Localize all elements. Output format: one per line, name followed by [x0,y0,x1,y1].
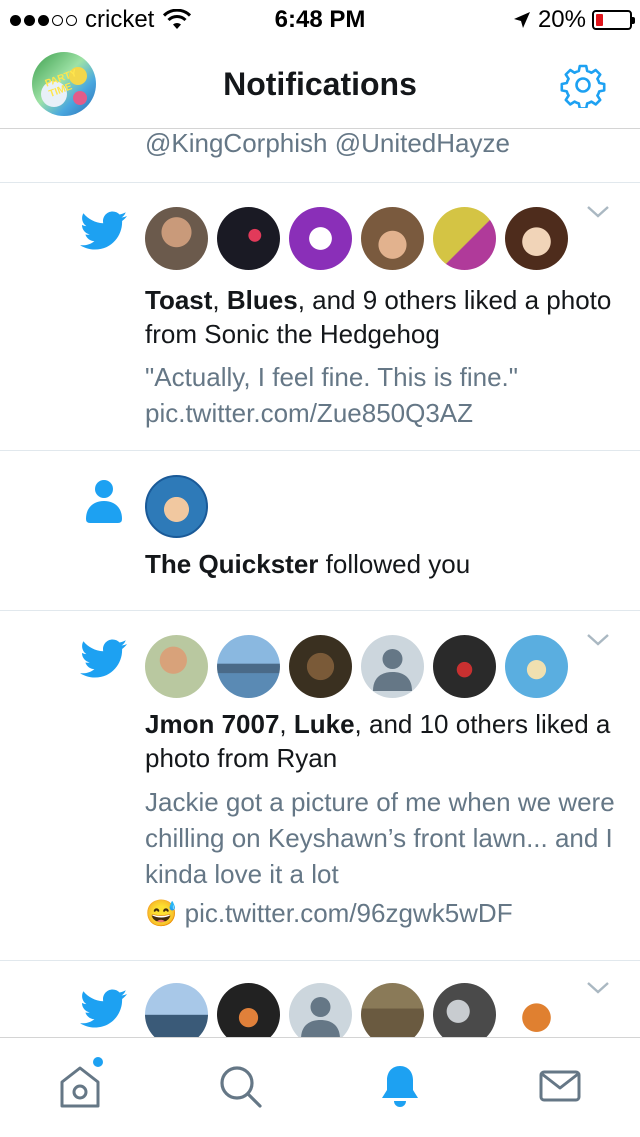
tab-notifications[interactable] [376,1062,424,1114]
gear-icon[interactable] [560,62,606,108]
avatar[interactable] [217,635,280,698]
avatar[interactable] [145,635,208,698]
notification-row-like[interactable]: Toast, Blues, and 9 others liked a photo… [0,183,640,451]
user-name[interactable]: Jmon 7007 [145,709,279,739]
user-name[interactable]: The Quickster [145,549,318,579]
battery-percent: 20% [537,6,586,33]
twitter-bird-icon [80,989,127,1028]
avatar[interactable] [145,983,208,1037]
navigation-bar: PARTY TIME Notifications [0,40,640,129]
avatar[interactable] [361,635,424,698]
tab-home[interactable] [56,1062,104,1114]
user-name[interactable]: Toast [145,285,212,315]
avatar[interactable] [145,207,208,270]
new-content-indicator [93,1057,103,1067]
avatar[interactable] [505,635,568,698]
avatar[interactable] [217,207,280,270]
user-name[interactable]: Luke [294,709,355,739]
user-name[interactable]: Blues [227,285,298,315]
avatar[interactable] [289,635,352,698]
avatar[interactable] [361,207,424,270]
notification-row-like[interactable]: Jmon 7007, Luke, and 10 others liked a p… [0,611,640,961]
tweet-link[interactable]: pic.twitter.com/96zgwk5wDF [185,898,513,928]
status-bar: cricket 6:48 PM 20% [0,0,640,40]
avatar-group [145,475,208,538]
sweat-smile-emoji: 😅 [145,898,178,928]
chevron-down-icon[interactable] [586,205,610,219]
chevron-down-icon[interactable] [586,633,610,647]
avatar-group [145,207,568,270]
tweet-preview[interactable]: Jackie got a picture of me when we were … [145,784,615,892]
avatar[interactable] [505,207,568,270]
tab-search[interactable] [216,1062,264,1114]
page-title: Notifications [223,66,417,102]
avatar[interactable] [217,983,280,1037]
default-avatar-icon [373,649,412,691]
tab-bar [0,1037,640,1137]
avatar[interactable] [361,983,424,1037]
mentions-text: @KingCorphish @UnitedHayze [145,129,510,158]
avatar[interactable] [289,983,352,1037]
chevron-down-icon[interactable] [586,981,610,995]
notification-text: Jmon 7007, Luke, and 10 others liked a p… [145,707,615,775]
avatar[interactable] [433,635,496,698]
search-icon [220,1066,262,1108]
tweet-preview[interactable]: "Actually, I feel fine. This is fine." p… [145,359,615,431]
messages-icon [539,1070,581,1102]
separator: , [279,709,294,739]
notification-rest: followed you [318,549,471,579]
avatar[interactable] [433,983,496,1037]
notification-row-like[interactable] [0,961,640,1037]
home-icon [60,1066,100,1108]
tweet-link-line[interactable]: 😅 pic.twitter.com/96zgwk5wDF [145,895,615,931]
default-avatar-icon [301,997,340,1037]
avatar-group [145,635,568,698]
battery-icon [592,10,635,30]
avatar[interactable] [145,475,208,538]
twitter-bird-icon [80,639,127,678]
avatar[interactable] [433,207,496,270]
avatar[interactable] [505,983,568,1037]
notification-row-follow[interactable]: The Quickster followed you [0,451,640,611]
status-right: 20% [512,6,635,34]
tab-messages[interactable] [536,1062,584,1114]
notification-text: The Quickster followed you [145,547,615,581]
avatar[interactable] [289,207,352,270]
avatar-group [145,983,568,1037]
location-arrow-icon [513,12,530,28]
twitter-bird-icon [80,211,127,250]
notifications-feed[interactable]: @KingCorphish @UnitedHayze Toast, Blues,… [0,129,640,1037]
notification-text: Toast, Blues, and 9 others liked a photo… [145,283,615,351]
person-icon [86,480,122,523]
notifications-bell-icon [382,1066,418,1107]
separator: , [212,285,227,315]
notification-row-mentions[interactable]: @KingCorphish @UnitedHayze [0,129,640,183]
